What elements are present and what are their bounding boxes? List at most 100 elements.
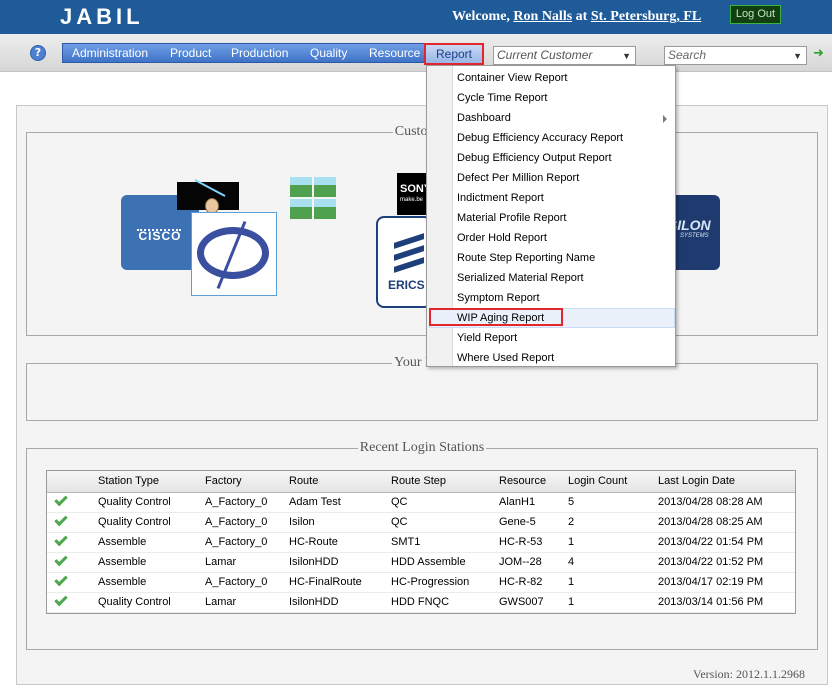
menu-item-defect-per-million-report[interactable]: Defect Per Million Report [457, 168, 579, 188]
help-icon[interactable]: ? [30, 45, 46, 61]
cell-login-count: 1 [568, 572, 658, 593]
cell-resource: HC-R-82 [499, 572, 568, 593]
search-input[interactable]: Search ▼ [664, 46, 807, 65]
menu-resource[interactable]: Resource [369, 44, 420, 62]
landscape-thumb-icon [314, 177, 336, 197]
menu-item-route-step-reporting-name[interactable]: Route Step Reporting Name [457, 248, 595, 268]
landscape-thumb-icon [314, 199, 336, 219]
cell-station-type: Assemble [98, 532, 205, 553]
table-row[interactable]: Assemble A_Factory_0 HC-Route SMT1 HC-R-… [47, 532, 795, 553]
menu-item-serialized-material-report[interactable]: Serialized Material Report [457, 268, 584, 288]
menu-item-debug-efficiency-output-report[interactable]: Debug Efficiency Output Report [457, 148, 612, 168]
menu-item-material-profile-report[interactable]: Material Profile Report [457, 208, 566, 228]
ericsson-stripe-icon [394, 257, 424, 273]
cell-route: HC-Route [289, 532, 391, 553]
cell-factory: A_Factory_0 [205, 572, 289, 593]
cell-login-count: 1 [568, 532, 658, 553]
cell-route-step: QC [391, 512, 499, 533]
cell-login-count: 1 [568, 592, 658, 613]
cell-route: Adam Test [289, 492, 391, 513]
isilon-logo-subtext: SYSTEMS [680, 233, 709, 239]
menu-item-order-hold-report[interactable]: Order Hold Report [457, 228, 547, 248]
cell-login-count: 4 [568, 552, 658, 573]
ericsson-logo-text: ERICS [388, 278, 425, 292]
cell-factory: A_Factory_0 [205, 492, 289, 513]
cell-route: HC-FinalRoute [289, 572, 391, 593]
menu-production[interactable]: Production [231, 44, 288, 62]
menu-item-where-used-report[interactable]: Where Used Report [457, 348, 554, 368]
column-header-factory[interactable]: Factory [205, 471, 289, 493]
cell-station-type: Quality Control [98, 492, 205, 513]
status-cell [47, 512, 98, 533]
column-header-route[interactable]: Route [289, 471, 391, 493]
cell-route-step: HC-Progression [391, 572, 499, 593]
table-row[interactable]: Quality Control A_Factory_0 Adam Test QC… [47, 492, 795, 513]
column-header-route-step[interactable]: Route Step [391, 471, 499, 493]
status-cell [47, 572, 98, 593]
menu-product[interactable]: Product [170, 44, 211, 62]
cell-last-login-date: 2013/04/28 08:28 AM [658, 492, 795, 513]
menu-item-container-view-report[interactable]: Container View Report [457, 68, 567, 88]
menu-item-debug-efficiency-accuracy-report[interactable]: Debug Efficiency Accuracy Report [457, 128, 623, 148]
recent-login-section-title: Recent Login Stations [359, 440, 485, 455]
ericsson-logo[interactable]: ERICS [376, 216, 432, 308]
status-cell [47, 552, 98, 573]
check-icon [54, 532, 68, 546]
column-header-station-type[interactable]: Station Type [98, 471, 205, 493]
location-link[interactable]: St. Petersburg, FL [591, 9, 701, 24]
menu-item-yield-report[interactable]: Yield Report [457, 328, 517, 348]
customer-select-value: Current Customer [497, 48, 593, 62]
table-row[interactable]: Quality Control Lamar IsilonHDD HDD FNQC… [47, 592, 795, 613]
menu-administration[interactable]: Administration [72, 44, 148, 62]
check-icon [54, 492, 68, 506]
logout-button[interactable]: Log Out [730, 5, 781, 24]
check-icon [54, 552, 68, 566]
jabil-emblem-logo[interactable] [191, 212, 277, 296]
menu-report[interactable]: Report [424, 43, 484, 65]
menu-item-symptom-report[interactable]: Symptom Report [457, 288, 540, 308]
welcome-prefix: Welcome, [452, 9, 510, 24]
search-placeholder: Search [668, 48, 707, 62]
cell-route-step: QC [391, 492, 499, 513]
cell-station-type: Quality Control [98, 592, 205, 613]
at-text: at [575, 9, 588, 24]
header-bar: JABIL Welcome, Ron Nalls at St. Petersbu… [0, 0, 832, 34]
landscape-thumb-icon [290, 177, 312, 197]
column-header-status [47, 471, 98, 493]
cell-last-login-date: 2013/04/22 01:54 PM [658, 532, 795, 553]
cell-route: IsilonHDD [289, 592, 391, 613]
go-arrow-icon[interactable]: ➜ [813, 47, 825, 61]
column-header-resource[interactable]: Resource [499, 471, 568, 493]
welcome-text: Welcome, Ron Nalls at St. Petersburg, FL [452, 9, 701, 25]
cell-station-type: Assemble [98, 572, 205, 593]
cell-login-count: 2 [568, 512, 658, 533]
table-row[interactable]: Assemble A_Factory_0 HC-FinalRoute HC-Pr… [47, 572, 795, 593]
customer-select[interactable]: Current Customer ▼ [493, 46, 636, 65]
user-name-link[interactable]: Ron Nalls [513, 9, 572, 24]
cell-route: Isilon [289, 512, 391, 533]
landscape-grid-logo[interactable] [290, 177, 338, 221]
status-cell [47, 492, 98, 513]
cell-last-login-date: 2013/03/14 01:56 PM [658, 592, 795, 613]
column-header-last-login-date[interactable]: Last Login Date [658, 471, 795, 493]
cell-resource: HC-R-53 [499, 532, 568, 553]
cell-factory: Lamar [205, 552, 289, 573]
station-table-container: Station Type Factory Route Route Step Re… [46, 470, 796, 614]
table-row[interactable]: Quality Control A_Factory_0 Isilon QC Ge… [47, 512, 795, 533]
menu-item-indictment-report[interactable]: Indictment Report [457, 188, 544, 208]
cell-login-count: 5 [568, 492, 658, 513]
menu-item-dashboard[interactable]: Dashboard [457, 108, 511, 128]
menu-item-cycle-time-report[interactable]: Cycle Time Report [457, 88, 547, 108]
column-header-login-count[interactable]: Login Count [568, 471, 658, 493]
cell-route-step: HDD FNQC [391, 592, 499, 613]
cell-route-step: SMT1 [391, 532, 499, 553]
light-beam-icon [194, 179, 226, 197]
cell-factory: A_Factory_0 [205, 532, 289, 553]
cell-resource: AlanH1 [499, 492, 568, 513]
table-row[interactable]: Assemble Lamar IsilonHDD HDD Assemble JO… [47, 552, 795, 573]
chevron-down-icon: ▼ [793, 51, 802, 61]
cell-last-login-date: 2013/04/22 01:52 PM [658, 552, 795, 573]
version-text: Version: 2012.1.1.2968 [693, 667, 805, 681]
cell-resource: Gene-5 [499, 512, 568, 533]
menu-quality[interactable]: Quality [310, 44, 347, 62]
